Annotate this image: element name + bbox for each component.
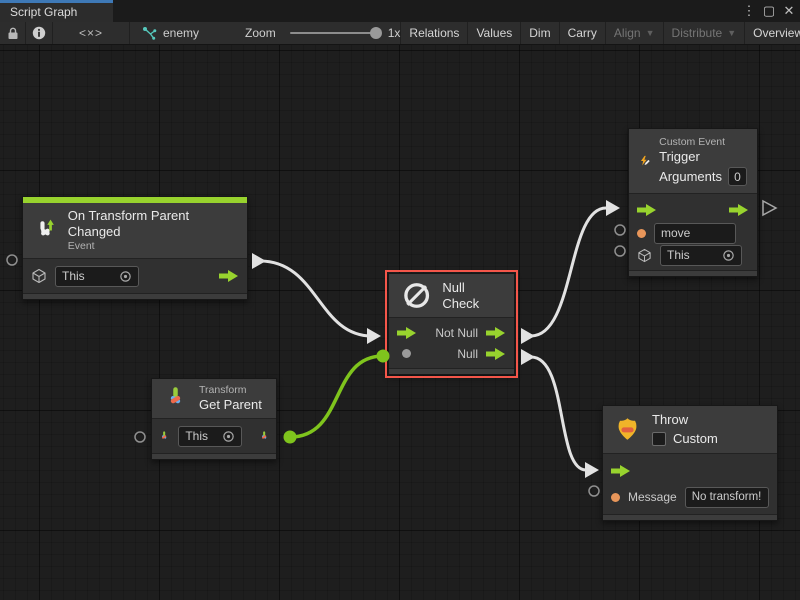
node-title: Get Parent	[199, 397, 262, 413]
object-picker-icon[interactable]	[722, 249, 735, 262]
node-title: Null Check	[442, 280, 502, 312]
not-null-port-label: Not Null	[435, 326, 478, 340]
transform-input-port[interactable]	[158, 429, 170, 444]
arguments-label: Arguments	[659, 169, 722, 185]
custom-checkbox-label: Custom	[673, 431, 718, 447]
target-field[interactable]: This	[55, 266, 139, 287]
script-graph-window: Script Graph ⋮ ▢ ✕ <×>	[0, 0, 800, 600]
toolbar-middle-group: enemy Zoom 1x	[130, 22, 401, 44]
message-field[interactable]: No transform!	[685, 487, 769, 508]
node-subtitle: Transform	[199, 384, 262, 397]
message-input-port[interactable]	[611, 493, 620, 502]
graph-icon	[142, 26, 157, 41]
message-label: Message	[628, 490, 677, 504]
zoom-label: Zoom	[245, 26, 276, 40]
flow-input-port[interactable]	[397, 327, 417, 339]
not-null-output-port[interactable]	[486, 327, 506, 339]
window-close-icon[interactable]: ✕	[782, 3, 796, 19]
flow-output-port[interactable]	[219, 270, 239, 282]
transform-icon	[162, 385, 189, 412]
custom-checkbox[interactable]	[652, 432, 666, 446]
null-port-label: Null	[457, 347, 478, 361]
node-null-check[interactable]: Null Check Not Null Null	[388, 273, 515, 375]
tab-bar: Script Graph ⋮ ▢ ✕	[0, 0, 800, 22]
window-menu-icon[interactable]: ⋮	[742, 3, 756, 19]
lock-button[interactable]	[0, 22, 26, 44]
align-button[interactable]: Align ▼	[606, 22, 664, 44]
event-name-field[interactable]: move	[654, 223, 736, 244]
target-field[interactable]: This	[660, 245, 742, 266]
node-throw[interactable]: Throw Custom Message No transform!	[602, 405, 778, 521]
graph-name-label[interactable]: enemy	[163, 26, 199, 40]
toolbar-buttons: Relations Values Dim Carry Align ▼ Distr…	[401, 22, 800, 44]
object-picker-icon[interactable]	[222, 430, 235, 443]
cube-icon	[637, 248, 652, 263]
null-output-port[interactable]	[486, 348, 506, 360]
null-check-icon	[401, 279, 432, 312]
node-title: Trigger	[659, 149, 747, 165]
flow-output-port[interactable]	[729, 204, 749, 216]
chevron-down-icon: ▼	[727, 28, 736, 38]
zoom-value: 1x	[388, 26, 401, 40]
tab-script-graph[interactable]: Script Graph	[0, 0, 113, 22]
overview-button[interactable]: Overview	[745, 22, 800, 44]
custom-event-icon	[639, 147, 650, 175]
values-button[interactable]: Values	[468, 22, 521, 44]
target-field[interactable]: This	[178, 426, 241, 447]
info-icon	[32, 26, 46, 40]
transform-output-port[interactable]	[258, 429, 270, 444]
name-input-port[interactable]	[637, 229, 646, 238]
chevron-down-icon: ▼	[646, 28, 655, 38]
object-picker-icon[interactable]	[119, 270, 132, 283]
info-button[interactable]	[26, 22, 53, 44]
zoom-slider-handle[interactable]	[370, 27, 382, 39]
edit-code-button[interactable]: <×>	[53, 22, 130, 44]
relations-button[interactable]: Relations	[401, 22, 468, 44]
node-title: On Transform Parent Changed	[68, 208, 237, 240]
node-subtitle: Custom Event	[659, 136, 747, 149]
arguments-count-field[interactable]: 0	[728, 167, 747, 186]
flow-input-port[interactable]	[611, 465, 631, 477]
cube-icon	[31, 268, 47, 284]
node-subtitle: Event	[68, 240, 237, 253]
value-input-port[interactable]	[402, 349, 411, 358]
node-title: Throw	[652, 412, 718, 428]
node-on-transform-parent-changed[interactable]: On Transform Parent Changed Event This	[22, 196, 248, 300]
window-maximize-icon[interactable]: ▢	[762, 3, 776, 19]
distribute-button[interactable]: Distribute ▼	[664, 22, 746, 44]
transform-event-icon	[33, 218, 58, 244]
lock-icon	[7, 27, 19, 40]
graph-toolbar: <×> enemy Zoom 1x Relations Values Dim	[0, 22, 800, 45]
throw-icon	[613, 415, 642, 444]
flow-input-port[interactable]	[637, 204, 657, 216]
zoom-slider[interactable]	[290, 32, 376, 34]
node-get-parent[interactable]: Transform Get Parent This	[151, 378, 277, 460]
node-trigger-custom-event[interactable]: Custom Event Trigger Arguments 0 move	[628, 128, 758, 277]
carry-button[interactable]: Carry	[560, 22, 606, 44]
dim-button[interactable]: Dim	[521, 22, 559, 44]
